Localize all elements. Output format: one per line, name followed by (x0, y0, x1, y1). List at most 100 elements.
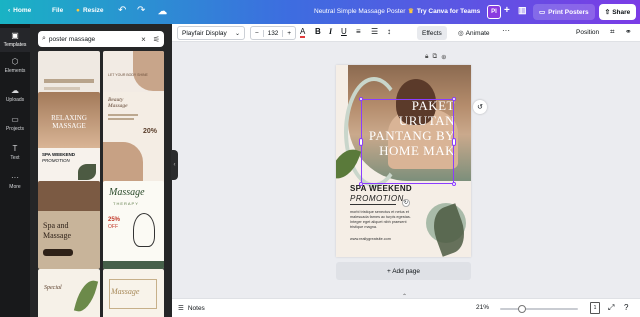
editor-toolbar: Playfair Display ⌄ − 132 + A B I U ≡ ☰ ↕… (172, 24, 640, 42)
folder-icon: ▭ (11, 115, 19, 124)
print-posters-button[interactable]: ▭ Print Posters (533, 4, 595, 20)
resize-label: Resize (82, 7, 104, 14)
align-center-icon[interactable]: ≡ (356, 27, 361, 36)
template-thumbnail[interactable]: RELAXING MASSAGE SPA WEEKEND PROMOTION (38, 92, 100, 184)
decrease-font-button[interactable]: − (251, 30, 263, 37)
template-thumbnail[interactable]: Beauty Massage 20% (103, 92, 164, 184)
bold-icon[interactable]: B (315, 27, 321, 36)
collapse-panel-handle[interactable]: ‹ (171, 150, 178, 180)
thumb-title: Special (44, 285, 62, 291)
notes-icon: ☰ (178, 305, 184, 312)
cloud-saved-icon[interactable]: ☁ (158, 6, 167, 17)
font-size-input[interactable]: 132 (262, 29, 284, 37)
zoom-level[interactable]: 21% (476, 304, 489, 311)
resize-handle[interactable] (452, 97, 456, 101)
home-button[interactable]: ‹ Home (8, 7, 31, 14)
add-page-button[interactable]: + Add page (336, 262, 471, 280)
animate-button[interactable]: ◎ Animate (455, 26, 493, 40)
help-icon[interactable]: ? (624, 303, 628, 312)
try-teams-button[interactable]: ♛ Try Canva for Teams (408, 7, 480, 16)
fullscreen-icon[interactable]: ⤢ (608, 303, 614, 313)
rail-item-more[interactable]: ··· More (0, 173, 30, 190)
truck-icon: ▭ (539, 9, 546, 16)
add-page-icon[interactable]: ⊕ (441, 53, 446, 61)
rail-label: Elements (4, 68, 26, 74)
resize-handle[interactable] (359, 138, 363, 146)
crown-icon: ♛ (408, 8, 414, 15)
rail-label: Projects (5, 126, 25, 132)
notes-button[interactable]: ☰ Notes (178, 304, 205, 313)
template-thumbnail[interactable]: Massage (103, 269, 164, 317)
design-title[interactable]: Neutral Simple Massage Poster (314, 8, 405, 15)
add-people-icon[interactable]: + (504, 5, 510, 16)
thumb-text: PROMOTION (42, 158, 70, 163)
avatar[interactable]: PI (487, 5, 501, 19)
undo-icon[interactable]: ↶ (118, 5, 126, 16)
template-thumbnail[interactable]: Special (38, 269, 100, 317)
template-thumbnail[interactable]: Massage THERAPY 25% OFF (103, 181, 164, 269)
zoom-slider[interactable] (500, 305, 578, 313)
thumb-text: 20% (143, 128, 158, 135)
clear-icon[interactable]: × (141, 35, 146, 44)
list-icon[interactable]: ☰ (371, 27, 378, 36)
rail-item-text[interactable]: T Text (0, 144, 30, 161)
rail-item-elements[interactable]: ⬡ Elements (0, 57, 30, 74)
underline-icon[interactable]: U (341, 27, 347, 36)
page-count[interactable]: 1 (590, 302, 600, 314)
more-dots-icon: ··· (11, 173, 19, 182)
template-thumbnail[interactable]: Spa and Massage (38, 181, 100, 269)
link-icon[interactable]: ⚭ (625, 27, 632, 36)
thumb-title: Massage (109, 187, 145, 198)
file-menu[interactable]: File (52, 7, 63, 14)
chevron-down-icon: ⌄ (234, 30, 240, 37)
resize-handle[interactable] (359, 97, 363, 101)
promotion-subtitle[interactable]: PROMOTION (350, 194, 404, 203)
italic-icon[interactable]: I (329, 27, 332, 36)
rail-item-projects[interactable]: ▭ Projects (0, 115, 30, 132)
spacing-icon[interactable]: ↕ (387, 27, 391, 36)
position-button[interactable]: Position (576, 29, 599, 36)
zoom-slider-knob[interactable] (518, 305, 527, 313)
rail-item-templates[interactable]: ▣ Templates (0, 28, 30, 52)
thumb-title: Beauty Massage (108, 97, 128, 109)
selection-box (359, 97, 456, 186)
home-label: Home (13, 7, 32, 14)
effects-button[interactable]: Effects (417, 26, 447, 40)
rail-item-uploads[interactable]: ☁ Uploads (0, 86, 30, 103)
cloud-upload-icon: ☁ (11, 86, 19, 95)
thumb-text: LET YOUR BODY SHINE (108, 73, 148, 77)
increase-font-button[interactable]: + (283, 30, 295, 37)
crown-icon: ● (76, 7, 80, 14)
insights-icon[interactable]: ▥ (518, 5, 527, 16)
thumb-title: Massage (43, 231, 71, 240)
redo-icon[interactable]: ↷ (137, 5, 145, 16)
paint-format-icon[interactable]: ⌗ (610, 27, 615, 37)
share-button[interactable]: ⇧ Share (599, 4, 636, 20)
duplicate-icon[interactable]: ⧉ (432, 53, 437, 61)
comment-icon[interactable]: ↺ (473, 100, 487, 114)
thumb-text: SPA WEEKEND (42, 152, 76, 157)
resize-handle[interactable] (452, 182, 456, 186)
rotate-icon[interactable]: ↻ (402, 199, 410, 207)
resize-handle[interactable] (359, 182, 363, 186)
font-name: Playfair Display (182, 29, 227, 37)
more-options-icon[interactable]: ··· (502, 26, 510, 35)
lock-icon[interactable]: 🔒︎ (425, 53, 428, 61)
animate-label: Animate (465, 29, 490, 37)
thumb-text: OFF (108, 224, 118, 230)
page-actions: 🔒︎ ⧉ ⊕ (425, 53, 447, 61)
thumb-title: Spa and (43, 221, 69, 230)
poster-body-text[interactable]: morbi tristique senectus et netus et mal… (350, 210, 414, 230)
layout-icon: ▣ (11, 31, 19, 40)
resize-button[interactable]: ● Resize (76, 7, 104, 14)
print-label: Print Posters (548, 8, 589, 16)
resize-handle[interactable] (452, 138, 456, 146)
notes-label: Notes (187, 304, 205, 312)
filter-icon[interactable]: ⚟ (153, 35, 160, 44)
font-family-select[interactable]: Playfair Display ⌄ (177, 26, 245, 40)
rail-label: Uploads (5, 97, 25, 103)
text-color-icon[interactable]: A (300, 27, 306, 38)
shapes-icon: ⬡ (11, 57, 19, 66)
search-input[interactable] (48, 35, 129, 43)
website-text[interactable]: www.reallygreatsite.com (350, 237, 391, 241)
